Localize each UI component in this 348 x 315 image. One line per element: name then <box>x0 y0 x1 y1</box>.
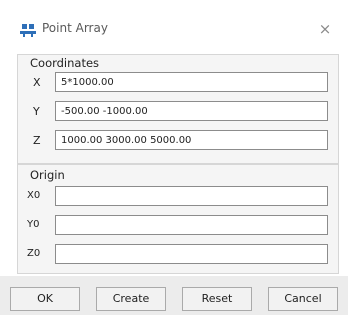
coordinates-label: Coordinates <box>30 56 100 70</box>
title-bar: Point Array × <box>0 0 348 44</box>
x-label: X <box>33 76 41 89</box>
x0-field[interactable] <box>55 186 328 206</box>
z0-label: Z0 <box>27 248 41 259</box>
z-field[interactable] <box>55 130 328 150</box>
close-icon[interactable]: × <box>314 18 336 40</box>
x-field[interactable] <box>55 72 328 92</box>
ok-button[interactable]: OK <box>10 287 80 311</box>
reset-button[interactable]: Reset <box>182 287 252 311</box>
y-field[interactable] <box>55 101 328 121</box>
x0-label: X0 <box>27 190 41 201</box>
origin-label: Origin <box>30 168 65 182</box>
window-title: Point Array <box>42 21 108 35</box>
z-label: Z <box>33 134 41 147</box>
y0-field[interactable] <box>55 215 328 235</box>
y-label: Y <box>33 105 40 118</box>
z0-field[interactable] <box>55 244 328 264</box>
coordinates-group: Coordinates X Y Z <box>17 54 339 164</box>
cancel-button[interactable]: Cancel <box>268 287 338 311</box>
y0-label: Y0 <box>27 219 40 230</box>
create-button[interactable]: Create <box>96 287 166 311</box>
origin-group: Origin X0 Y0 Z0 <box>17 164 339 274</box>
point-array-icon <box>20 24 36 37</box>
